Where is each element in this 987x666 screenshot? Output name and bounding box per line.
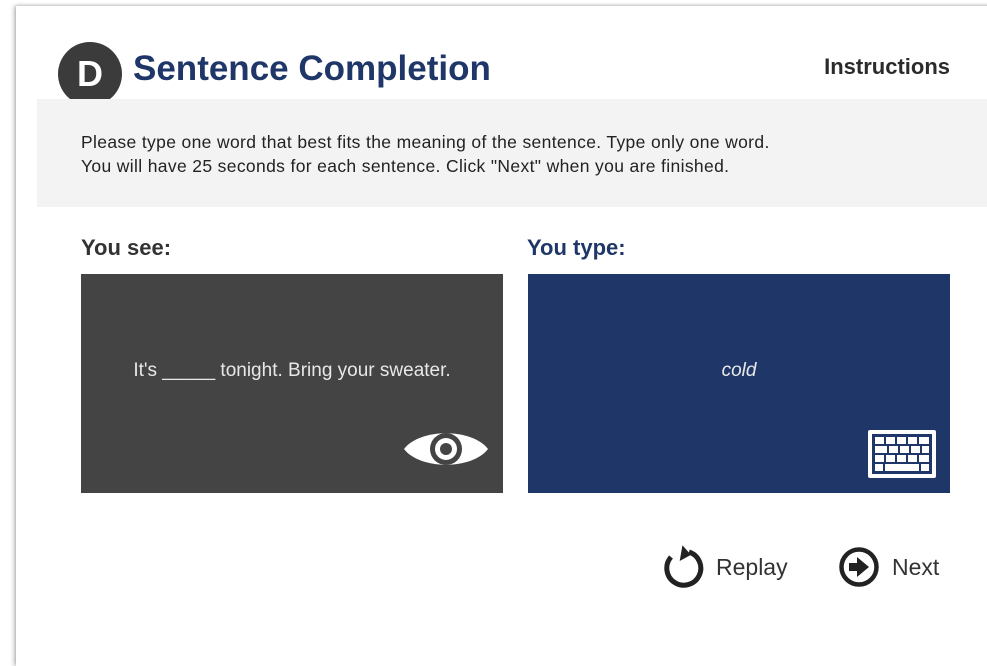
page-title: Sentence Completion [133, 49, 491, 88]
arrow-right-circle-icon [839, 547, 879, 587]
instructions-line-1: Please type one word that best fits the … [81, 132, 770, 152]
sentence-blank: _____ [162, 360, 216, 381]
next-button[interactable]: Next [838, 543, 939, 591]
instructions-link[interactable]: Instructions [824, 54, 950, 80]
example-sentence: It's _____ tonight. Bring your sweater. [81, 360, 503, 382]
header: D Sentence Completion Instructions [40, 40, 950, 106]
eye-icon [404, 433, 488, 465]
you-see-panel: It's _____ tonight. Bring your sweater. [81, 274, 503, 493]
instructions-box: Please type one word that best fits the … [37, 99, 987, 207]
replay-button[interactable]: Replay [660, 543, 788, 591]
sentence-start: It's [133, 360, 158, 381]
you-type-label: You type: [527, 235, 626, 260]
instructions-text: Please type one word that best fits the … [81, 130, 961, 178]
you-type-panel: cold [528, 274, 950, 493]
next-label: Next [892, 553, 940, 580]
typed-answer: cold [721, 360, 757, 381]
replay-icon [664, 545, 704, 588]
section-badge: D [58, 42, 122, 106]
replay-label: Replay [716, 553, 788, 580]
you-see-label: You see: [81, 235, 172, 260]
sentence-end: tonight. Bring your sweater. [220, 360, 451, 381]
instructions-line-2: You will have 25 seconds for each senten… [81, 156, 730, 176]
section-badge-letter: D [77, 53, 103, 94]
keyboard-icon [868, 430, 936, 478]
